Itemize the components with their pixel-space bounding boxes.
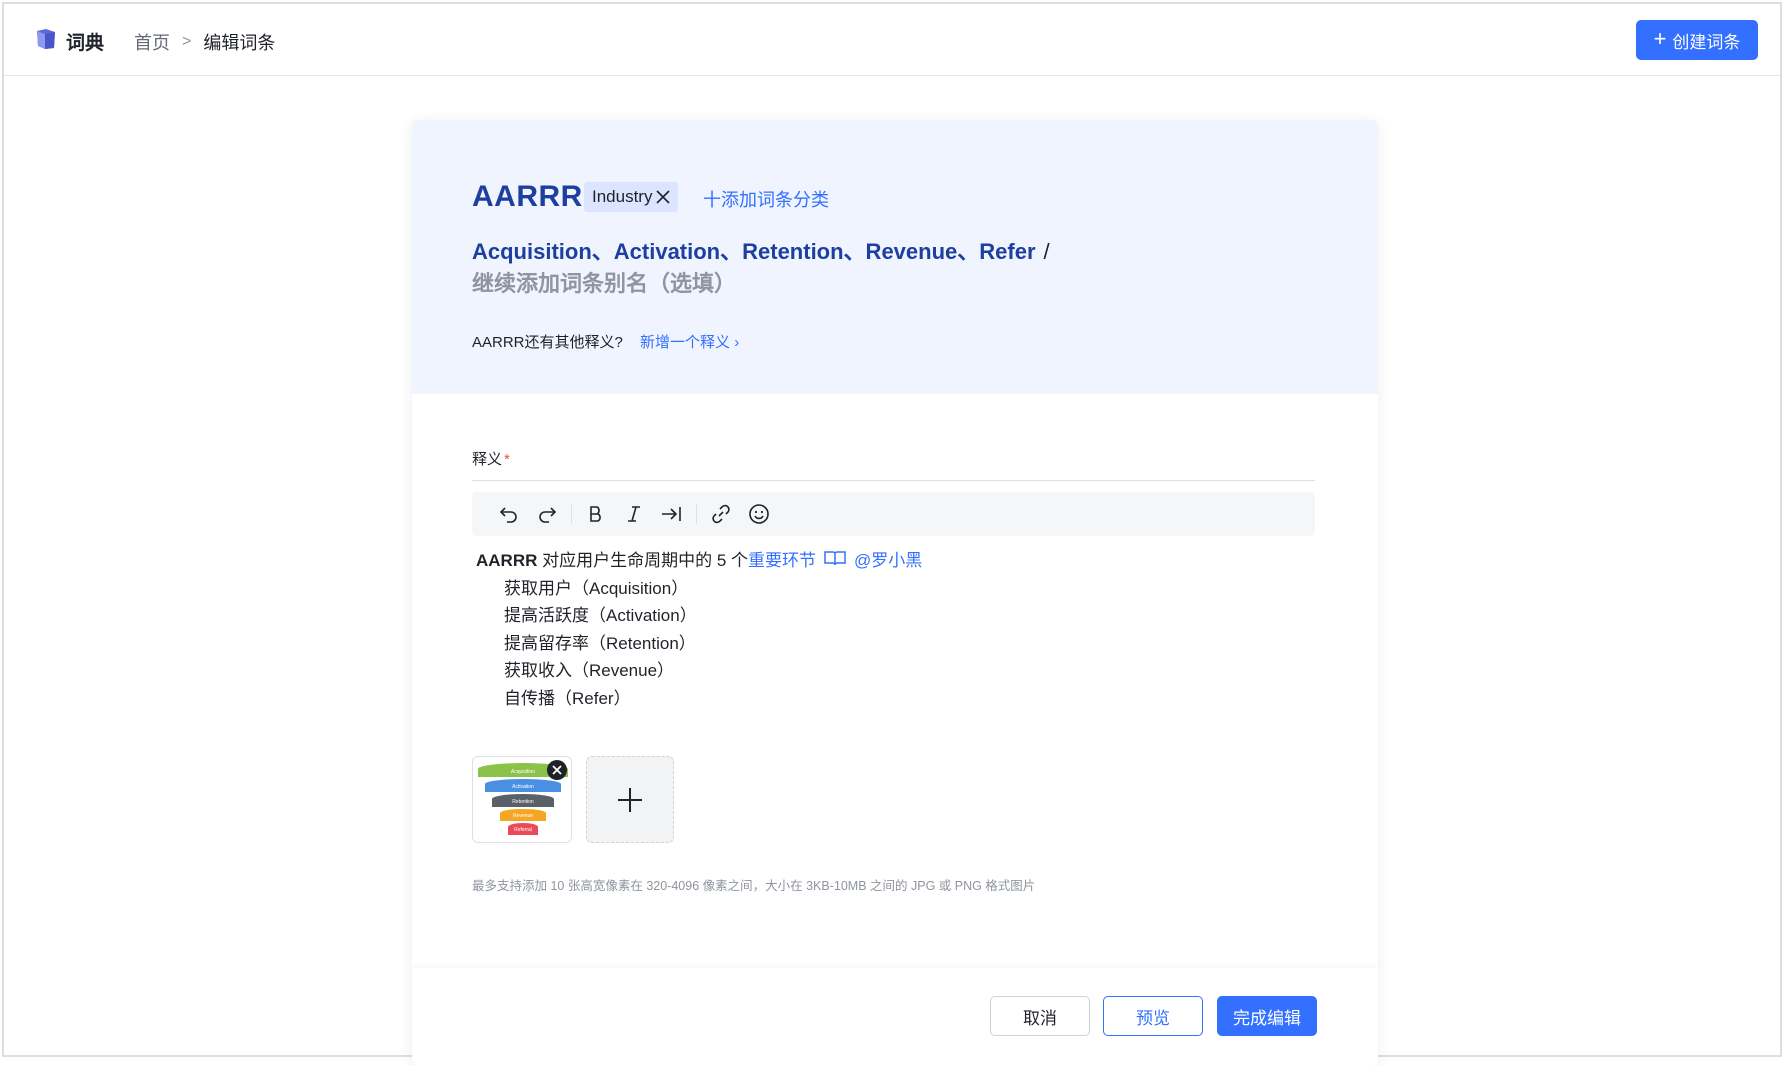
alias-list: Acquisition、Activation、Retention、Revenue… <box>472 239 1036 264</box>
alias-separator: / <box>1043 239 1050 264</box>
lead-bold-term: AARRR <box>476 551 538 570</box>
plus-icon <box>618 787 642 812</box>
breadcrumb: 首页 > 编辑词条 <box>134 29 275 55</box>
funnel-label: Referral <box>514 827 532 833</box>
breadcrumb-home[interactable]: 首页 <box>134 29 170 55</box>
category-tag: Industry <box>584 182 679 212</box>
top-bar: 词典 首页 > 编辑词条 + 创建词条 <box>4 4 1780 76</box>
indent-icon[interactable] <box>653 498 691 530</box>
entry-header-section: AARRR Industry 十添加词条分类 Acquisition、Activ… <box>412 120 1378 394</box>
toolbar-divider <box>696 504 697 524</box>
alias-field[interactable]: Acquisition、Activation、Retention、Revenue… <box>472 236 1172 300</box>
undo-icon[interactable] <box>490 498 528 530</box>
entry-card: AARRR Industry 十添加词条分类 Acquisition、Activ… <box>412 120 1378 1065</box>
lead-text: 对应用户生命周期中的 5 个 <box>537 551 749 570</box>
add-image-button[interactable] <box>586 756 674 843</box>
breadcrumb-current: 编辑词条 <box>203 33 276 53</box>
alias-placeholder[interactable]: 继续添加词条别名（选填） <box>472 268 1172 300</box>
upload-hint: 最多支持添加 10 张高宽像素在 320-4096 像素之间，大小在 3KB-1… <box>472 879 1036 893</box>
close-icon[interactable] <box>656 190 671 204</box>
inline-term-link[interactable]: 重要环节 <box>748 551 816 570</box>
app-title: 词典 <box>66 33 105 54</box>
plus-icon: + <box>1653 26 1667 51</box>
required-mark: * <box>504 451 510 468</box>
definition-label-text: 释义 <box>472 451 503 468</box>
create-entry-button[interactable]: + 创建词条 <box>1636 20 1758 60</box>
definition-item: 自传播（Refer） <box>504 688 631 708</box>
remove-image-close-icon[interactable] <box>547 760 567 780</box>
redo-icon[interactable] <box>528 498 566 530</box>
funnel-label: Revenue <box>513 813 533 819</box>
funnel-label: Retention <box>512 799 534 805</box>
definition-content[interactable]: AARRR 对应用户生命周期中的 5 个重要环节 @罗小黑 获取用户（Acquis… <box>476 547 922 712</box>
user-mention[interactable]: @罗小黑 <box>854 551 922 570</box>
definition-lead: AARRR 对应用户生命周期中的 5 个重要环节 @罗小黑 <box>476 547 922 575</box>
create-entry-label: 创建词条 <box>1672 32 1741 52</box>
chevron-right-icon: › <box>734 334 740 351</box>
cancel-button[interactable]: 取消 <box>990 996 1090 1036</box>
app-window: 词典 首页 > 编辑词条 + 创建词条 AARRR Industry 十添加词条… <box>2 2 1782 1065</box>
italic-icon[interactable] <box>615 498 653 530</box>
add-meaning-link[interactable]: 新增一个释义 › <box>640 331 739 352</box>
funnel-label: Acquisition <box>511 769 535 775</box>
bold-icon[interactable] <box>577 498 615 530</box>
finish-edit-button[interactable]: 完成编辑 <box>1217 996 1317 1036</box>
funnel-label: Activation <box>512 784 534 790</box>
definition-item: 获取收入（Revenue） <box>504 661 675 680</box>
definition-item: 获取用户（Acquisition） <box>504 578 689 598</box>
other-meaning-question: AARRR还有其他释义? <box>472 334 623 351</box>
link-icon[interactable] <box>702 498 740 530</box>
definition-item: 提高活跃度（Activation） <box>504 606 697 625</box>
divider <box>472 480 1315 481</box>
toolbar-divider <box>571 504 572 524</box>
dictionary-logo-icon <box>37 29 55 49</box>
action-bar: 取消 预览 完成编辑 <box>412 968 1378 1065</box>
add-category-link[interactable]: 十添加词条分类 <box>703 186 829 212</box>
term-title[interactable]: AARRR <box>472 180 583 214</box>
preview-button[interactable]: 预览 <box>1103 996 1203 1036</box>
add-meaning-label: 新增一个释义 <box>640 334 731 351</box>
category-tag-label: Industry <box>592 187 653 206</box>
chevron-right-icon: > <box>182 33 192 50</box>
editor-toolbar <box>472 492 1315 536</box>
definition-label: 释义 * <box>472 448 510 469</box>
definition-item: 提高留存率（Retention） <box>504 633 696 653</box>
book-icon[interactable] <box>824 551 846 570</box>
emoji-icon[interactable] <box>740 498 778 530</box>
